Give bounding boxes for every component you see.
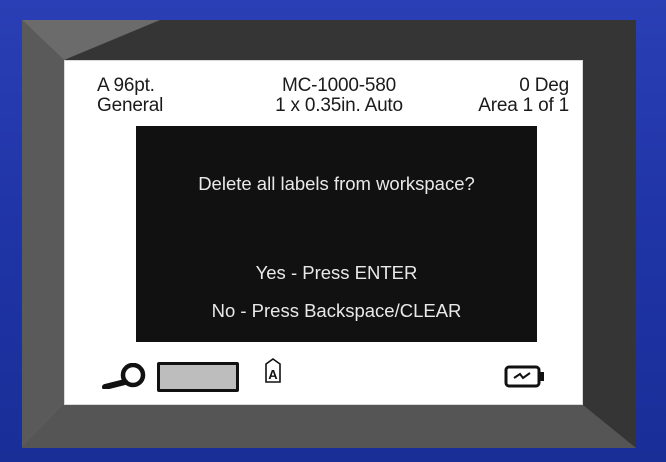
status-icon-bar: A bbox=[64, 350, 583, 392]
font-icon: A bbox=[265, 358, 281, 383]
printer-device: A 96pt. General MC-1000-580 1 x 0.35in. … bbox=[0, 0, 666, 462]
font-style-text: General bbox=[97, 95, 164, 116]
yes-option[interactable]: Yes - Press ENTER bbox=[136, 262, 537, 284]
status-right: 0 Deg Area 1 of 1 bbox=[478, 76, 569, 120]
status-center: MC-1000-580 1 x 0.35in. Auto bbox=[254, 76, 424, 120]
status-left: A 96pt. General bbox=[97, 76, 163, 120]
battery-charging-icon bbox=[504, 365, 544, 388]
svg-text:A: A bbox=[268, 367, 278, 382]
rotation-text: 0 Deg bbox=[519, 75, 569, 96]
label-size-text: 1 x 0.35in. Auto bbox=[275, 95, 403, 116]
dialog-question: Delete all labels from workspace? bbox=[198, 173, 475, 194]
font-size-text: A 96pt. bbox=[97, 75, 155, 96]
magnifier-icon bbox=[102, 363, 146, 389]
cartridge-text: MC-1000-580 bbox=[282, 75, 396, 96]
label-preview-icon bbox=[157, 362, 239, 392]
no-option[interactable]: No - Press Backspace/CLEAR bbox=[136, 300, 537, 322]
lcd-screen: A 96pt. General MC-1000-580 1 x 0.35in. … bbox=[64, 60, 583, 405]
delete-confirm-dialog: Delete all labels from workspace? Yes - … bbox=[136, 126, 537, 342]
area-text: Area 1 of 1 bbox=[478, 95, 569, 116]
